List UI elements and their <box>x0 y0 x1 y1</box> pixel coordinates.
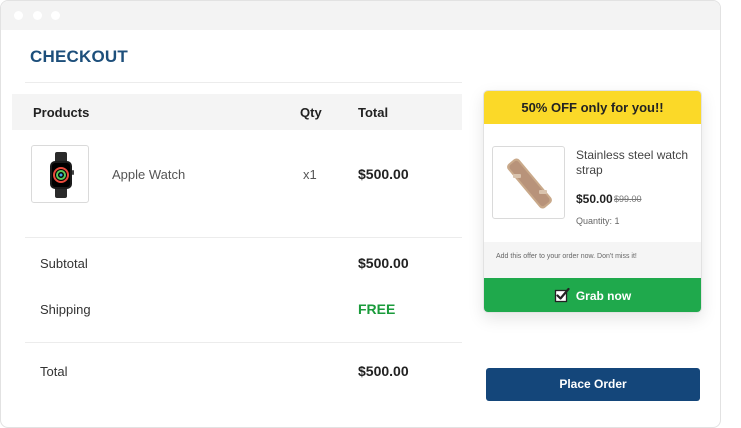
page-title: CHECKOUT <box>30 47 128 66</box>
subtotal-value: $500.00 <box>358 255 409 271</box>
title-bar <box>1 1 720 30</box>
subtotal-label: Subtotal <box>40 256 88 271</box>
offer-thumbnail <box>492 146 565 219</box>
place-order-button[interactable]: Place Order <box>486 368 700 401</box>
column-header-total: Total <box>358 105 389 120</box>
divider <box>25 342 462 343</box>
window-dot-icon <box>33 11 42 20</box>
shipping-value: FREE <box>358 301 396 317</box>
divider <box>25 82 462 83</box>
offer-product-name: Stainless steel watch strap <box>576 148 689 177</box>
window-dot-icon <box>51 11 60 20</box>
shipping-label: Shipping <box>40 302 91 317</box>
table-header: Products Qty Total <box>12 94 462 130</box>
total-label: Total <box>40 364 68 379</box>
product-qty: x1 <box>303 167 317 182</box>
apple-watch-icon <box>50 152 74 198</box>
checkbox-checked-icon <box>554 288 570 303</box>
product-total: $500.00 <box>358 166 409 182</box>
watch-strap-icon <box>507 158 552 209</box>
column-header-products: Products <box>33 105 90 120</box>
grab-now-label: Grab now <box>575 289 632 303</box>
offer-quantity: Quantity: 1 <box>576 216 620 226</box>
window-dot-icon <box>14 11 23 20</box>
grab-now-button[interactable]: Grab now <box>484 278 701 312</box>
upsell-offer-card: 50% OFF only for you!! Stainless steel w… <box>483 90 702 313</box>
offer-price: $50.00 <box>576 192 613 206</box>
divider <box>25 237 462 238</box>
offer-old-price: $99.00 <box>614 194 642 204</box>
offer-headline: 50% OFF only for you!! <box>484 91 701 124</box>
app-window: CHECKOUT Products Qty Total Apple Watch … <box>0 0 721 428</box>
offer-note: Add this offer to your order now. Don't … <box>484 242 701 278</box>
column-header-qty: Qty <box>300 105 322 120</box>
product-name: Apple Watch <box>112 167 186 182</box>
product-thumbnail <box>31 145 89 203</box>
total-value: $500.00 <box>358 363 409 379</box>
